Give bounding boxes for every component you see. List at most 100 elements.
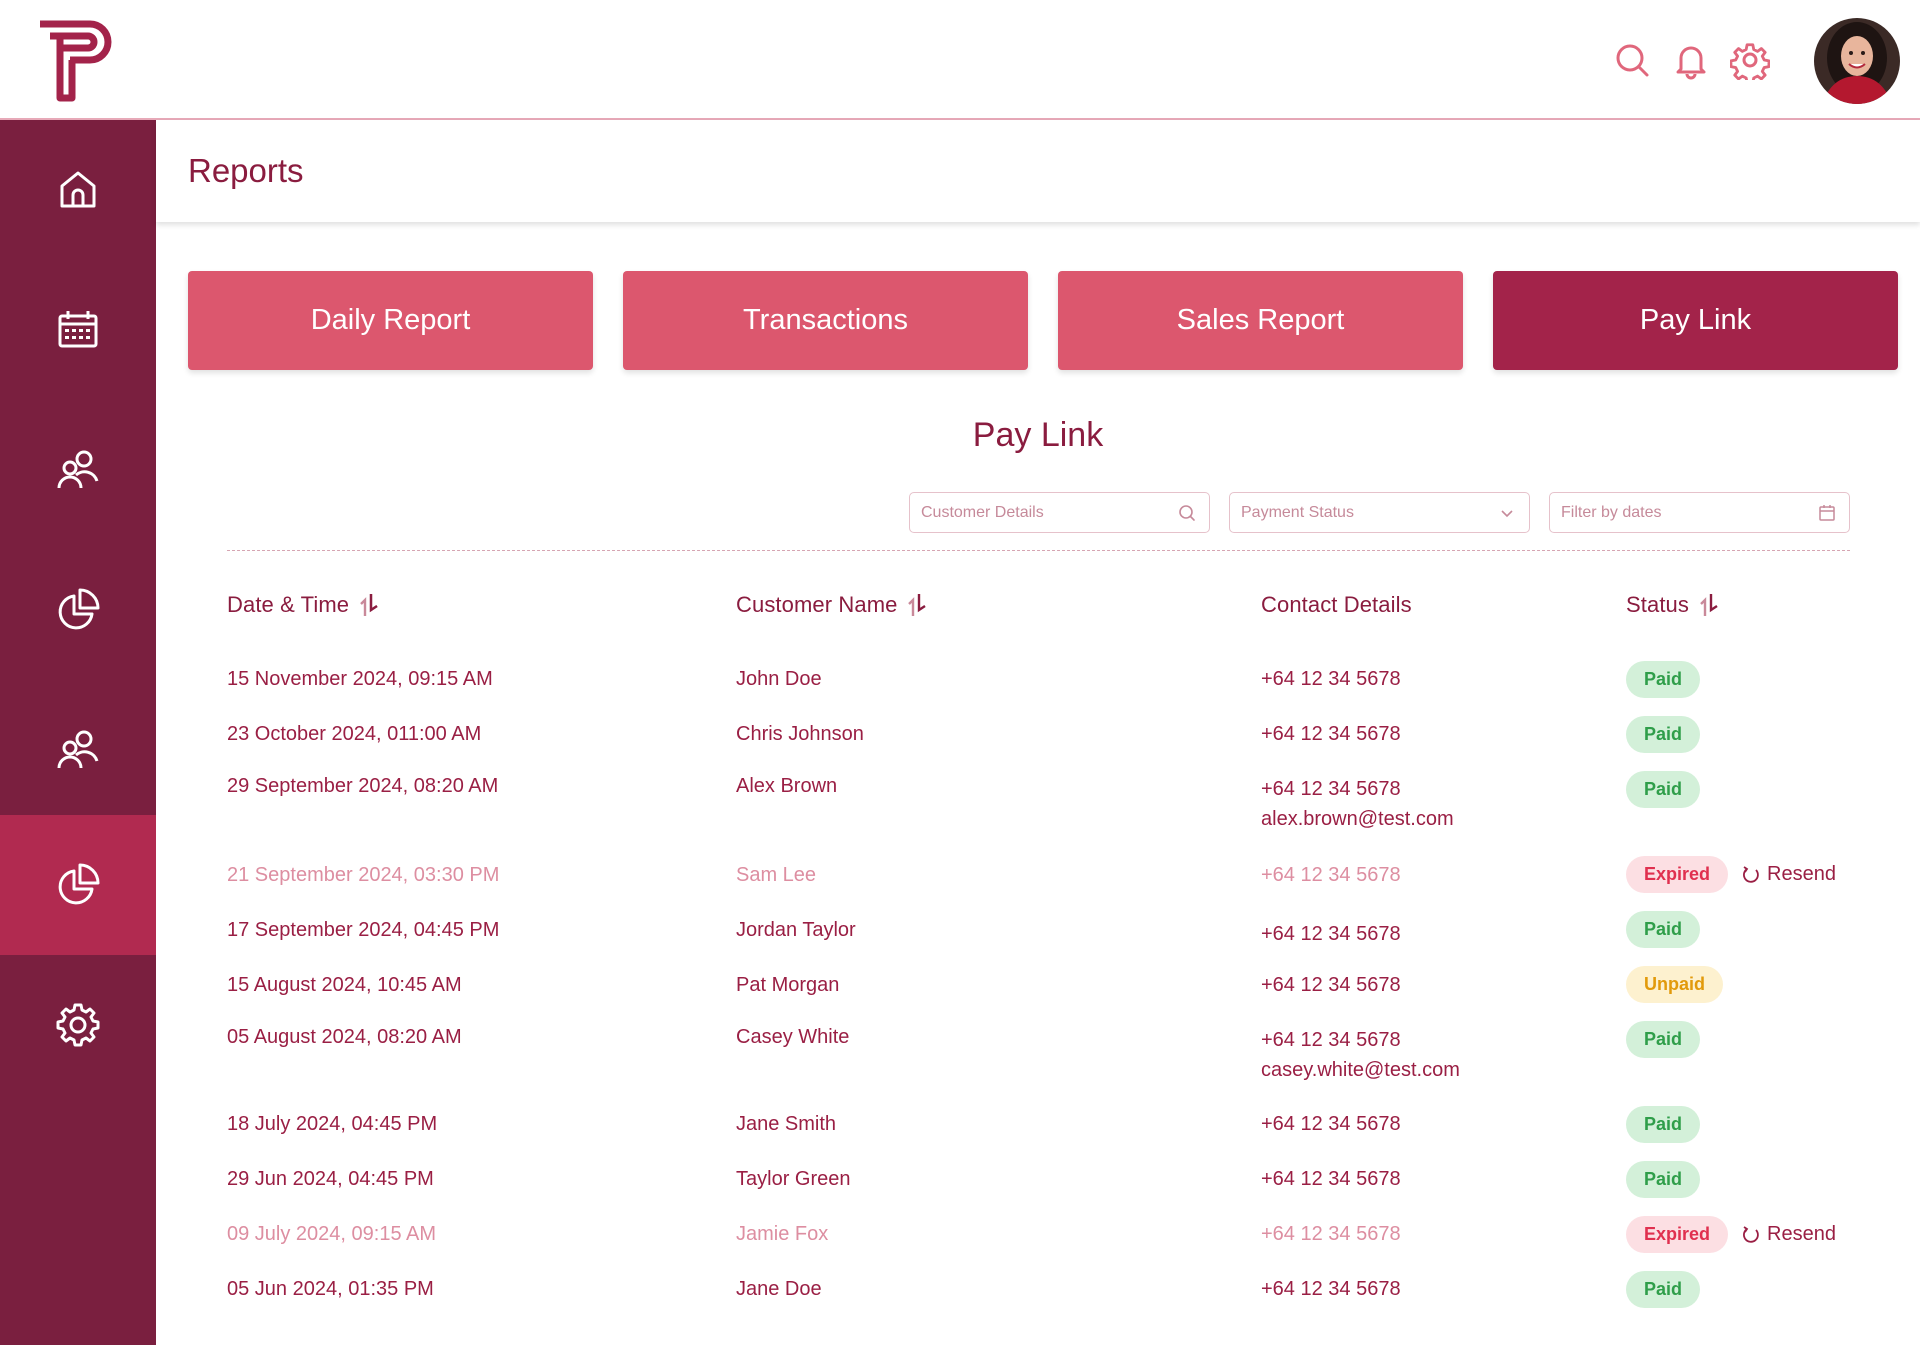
table-row-date: 29 September 2024, 08:20 AM [227,775,499,797]
table-row-contact: +64 12 34 5678 alex.brown@test.com [1261,778,1454,831]
table-row-date: 09 July 2024, 09:15 AM [227,1223,437,1245]
table-row-contact: +64 12 34 5678 casey.white@test.com [1261,1029,1460,1082]
brand-logo[interactable] [36,18,112,104]
daily-report-button[interactable]: Daily Report [188,271,593,370]
pie-chart-icon [58,588,100,630]
status-badge: Paid [1626,1106,1701,1143]
email: casey.white@test.com [1261,1059,1460,1081]
table-row-date: 21 September 2024, 03:30 PM [227,864,500,886]
resend-button[interactable]: Resend [1741,1223,1836,1246]
sidebar-item-analytics[interactable] [0,815,156,955]
column-label-contact: Contact Details [1261,592,1412,617]
resend-label: Resend [1767,863,1836,885]
table-row-contact: +64 12 34 5678 [1261,668,1401,691]
status-badge: Unpaid [1626,966,1723,1003]
phone: +64 12 34 5678 [1261,1168,1401,1190]
sort-icon[interactable] [1699,592,1721,618]
page-header: Reports [156,120,1920,222]
status-badge: Paid [1626,1161,1701,1198]
phone: +64 12 34 5678 [1261,864,1401,886]
phone: +64 12 34 5678 [1261,668,1401,690]
chevron-down-icon [1501,510,1513,518]
table-row-name: Jane Smith [736,1113,837,1135]
sidebar-item-reports[interactable] [0,540,156,680]
status-badge: Paid [1626,1271,1701,1308]
status-badge: Paid [1626,661,1701,698]
table-row-contact: +64 12 34 5678 [1261,923,1401,946]
search-icon[interactable] [1612,40,1652,80]
phone: +64 12 34 5678 [1261,723,1401,745]
payment-status-select[interactable]: Payment Status [1229,492,1530,533]
table-row-contact: +64 12 34 5678 [1261,1223,1401,1246]
sidebar-item-home[interactable] [0,120,156,260]
gear-icon [56,1003,100,1047]
divider [227,550,1850,551]
status-badge: Paid [1626,771,1701,808]
date-filter-input[interactable]: Filter by dates [1549,492,1850,533]
users-icon [57,450,99,489]
table-row-date: 29 Jun 2024, 04:45 PM [227,1168,434,1190]
sales-report-button[interactable]: Sales Report [1058,271,1463,370]
table-row-date: 23 October 2024, 011:00 AM [227,723,482,745]
section-title: Pay Link [972,416,1104,454]
table-row-date: 17 September 2024, 04:45 PM [227,919,500,941]
page-title: Reports [188,152,304,189]
sort-icon[interactable] [359,592,381,618]
refresh-icon [1743,1225,1759,1243]
table-row-name: Jane Doe [736,1278,822,1300]
table-row-date: 05 Jun 2024, 01:35 PM [227,1278,434,1300]
pay-link-button[interactable]: Pay Link [1493,271,1898,370]
resend-button[interactable]: Resend [1741,863,1836,886]
avatar[interactable] [1814,18,1900,104]
sort-icon[interactable] [907,592,929,618]
date-filter-placeholder: Filter by dates [1561,504,1662,521]
calendar-icon [58,311,98,348]
status-badge: Expired [1626,856,1729,893]
status-badge: Paid [1626,911,1701,948]
column-header-contact: Contact Details [1261,592,1412,618]
table-row-contact: +64 12 34 5678 [1261,723,1401,746]
pie-chart-icon [58,863,100,905]
customer-details-placeholder: Customer Details [921,504,1044,521]
sidebar-item-calendar[interactable] [0,260,156,400]
table-row-contact: +64 12 34 5678 [1261,1278,1401,1301]
status-badge: Paid [1626,716,1701,753]
gear-icon[interactable] [1730,40,1770,80]
table-row-contact: +64 12 34 5678 [1261,974,1401,997]
table-row-date: 18 July 2024, 04:45 PM [227,1113,438,1135]
users-icon [57,730,99,769]
column-header-name: Customer Name [736,592,929,618]
customer-details-input[interactable]: Customer Details [909,492,1210,533]
status-badge: Expired [1626,1216,1729,1253]
email: alex.brown@test.com [1261,808,1454,830]
phone: +64 12 34 5678 [1261,923,1401,945]
table-row-name: John Doe [736,668,822,690]
table-row-name: Jordan Taylor [736,919,856,941]
sidebar-item-users[interactable] [0,400,156,540]
transactions-button[interactable]: Transactions [623,271,1028,370]
calendar-icon [1819,505,1835,521]
sidebar-item-customers[interactable] [0,680,156,820]
table-row-contact: +64 12 34 5678 [1261,1168,1401,1191]
phone: +64 12 34 5678 [1261,778,1401,800]
status-badge: Paid [1626,1021,1701,1058]
phone: +64 12 34 5678 [1261,974,1401,996]
table-row-date: 15 August 2024, 10:45 AM [227,974,462,996]
resend-label: Resend [1767,1223,1836,1245]
bell-icon[interactable] [1671,40,1711,80]
table-row-name: Taylor Green [736,1168,851,1190]
search-icon [1179,505,1195,521]
sidebar [0,120,156,1345]
top-bar [0,0,1920,120]
phone: +64 12 34 5678 [1261,1223,1401,1245]
table-row-contact: +64 12 34 5678 [1261,864,1401,887]
column-header-status: Status [1626,592,1721,618]
table-row-name: Sam Lee [736,864,817,886]
column-label-name: Customer Name [736,592,898,617]
table-row-date: 15 November 2024, 09:15 AM [227,668,493,690]
table-row-name: Pat Morgan [736,974,840,996]
sidebar-item-settings[interactable] [0,955,156,1095]
payment-status-placeholder: Payment Status [1241,504,1354,521]
phone: +64 12 34 5678 [1261,1113,1401,1135]
table-row-date: 05 August 2024, 08:20 AM [227,1026,462,1048]
